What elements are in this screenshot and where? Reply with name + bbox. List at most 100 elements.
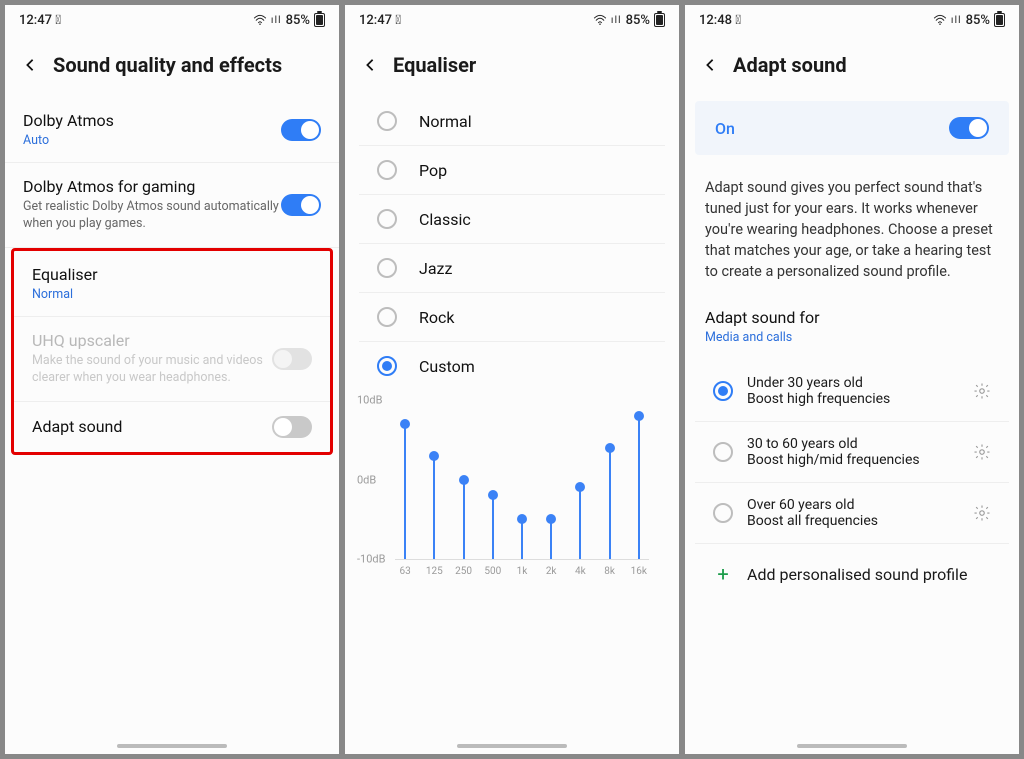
screen-sound-quality: 12:47 ⃞ ıll 85% Sound quality and effect… [4, 4, 340, 755]
highlight-box: Equaliser Normal UHQ upscaler Make the s… [11, 248, 333, 455]
eq-ytick: 10dB [357, 394, 382, 407]
eq-chart[interactable]: 10dB 0dB -10dB [395, 400, 649, 560]
back-icon[interactable] [23, 58, 37, 72]
radio-icon[interactable] [377, 356, 397, 376]
row-adapt-sound[interactable]: Adapt sound [14, 402, 330, 452]
plus-icon: + [713, 562, 733, 586]
adapt-toggle[interactable] [272, 416, 312, 438]
eq-option-label: Rock [419, 308, 454, 327]
age-option-row[interactable]: Under 30 years oldBoost high frequencies [695, 361, 1009, 422]
signal-icon: ıll [951, 15, 962, 26]
eq-xlabel: 1k [512, 566, 532, 577]
eq-xlabel: 2k [541, 566, 561, 577]
age-option-row[interactable]: 30 to 60 years oldBoost high/mid frequen… [695, 422, 1009, 483]
wifi-icon [253, 14, 267, 26]
back-icon[interactable] [703, 58, 717, 72]
eq-option-label: Pop [419, 161, 447, 180]
eq-option-label: Classic [419, 210, 471, 229]
eq-option-classic[interactable]: Classic [359, 195, 665, 244]
gear-icon[interactable] [973, 504, 991, 522]
status-time: 12:47 [19, 13, 52, 28]
adapt-for-label: Adapt sound for [705, 308, 999, 327]
battery-percent: 85% [286, 13, 310, 28]
eq-options-list: Normal Pop Classic Jazz Rock Custom [345, 97, 679, 390]
back-icon[interactable] [363, 58, 377, 72]
page-header: Adapt sound [685, 35, 1019, 97]
eq-sub: Normal [32, 287, 312, 302]
age-option-sub: Boost all frequencies [747, 513, 959, 529]
radio-icon[interactable] [377, 209, 397, 229]
screen-equaliser: 12:47 ⃞ ıll 85% Equaliser Normal Pop Class… [344, 4, 680, 755]
row-equaliser[interactable]: Equaliser Normal [14, 251, 330, 317]
eq-xlabels: 631252505001k2k4k8k16k [395, 566, 649, 577]
gear-icon[interactable] [973, 382, 991, 400]
row-dolby-gaming[interactable]: Dolby Atmos for gaming Get realistic Dol… [5, 163, 339, 248]
age-option-row[interactable]: Over 60 years oldBoost all frequencies [695, 483, 1009, 544]
page-title: Equaliser [393, 53, 476, 77]
age-options-list: Under 30 years oldBoost high frequencies… [685, 361, 1019, 544]
radio-icon[interactable] [377, 307, 397, 327]
dolby-gaming-sub: Get realistic Dolby Atmos sound automati… [23, 199, 281, 233]
radio-icon[interactable] [713, 503, 733, 523]
page-title: Sound quality and effects [53, 53, 282, 77]
status-bar: 12:47 ⃞ ıll 85% [5, 5, 339, 35]
add-profile-label: Add personalised sound profile [747, 565, 967, 584]
eq-band-8k[interactable] [599, 400, 619, 559]
eq-option-custom[interactable]: Custom [359, 342, 665, 390]
screen-adapt-sound: 12:48 ⃞ ıll 85% Adapt sound On Adapt sou… [684, 4, 1020, 755]
dolby-toggle[interactable] [281, 119, 321, 141]
radio-icon[interactable] [713, 381, 733, 401]
dolby-label: Dolby Atmos [23, 111, 281, 130]
page-title: Adapt sound [733, 53, 847, 77]
eq-option-normal[interactable]: Normal [359, 97, 665, 146]
eq-band-250[interactable] [453, 400, 473, 559]
status-time: 12:47 [359, 13, 392, 28]
eq-band-125[interactable] [424, 400, 444, 559]
eq-option-jazz[interactable]: Jazz [359, 244, 665, 293]
eq-xlabel: 63 [395, 566, 415, 577]
eq-band-63[interactable] [395, 400, 415, 559]
radio-icon[interactable] [377, 111, 397, 131]
adapt-description: Adapt sound gives you perfect sound that… [685, 163, 1019, 296]
battery-percent: 85% [626, 13, 650, 28]
battery-percent: 85% [966, 13, 990, 28]
battery-icon [654, 13, 665, 27]
age-option-sub: Boost high/mid frequencies [747, 452, 959, 468]
eq-option-label: Jazz [419, 259, 452, 278]
eq-xlabel: 250 [453, 566, 473, 577]
radio-icon[interactable] [713, 442, 733, 462]
eq-band-16k[interactable] [629, 400, 649, 559]
battery-icon [994, 13, 1005, 27]
eq-band-2k[interactable] [541, 400, 561, 559]
status-bar: 12:47 ⃞ ıll 85% [345, 5, 679, 35]
eq-band-500[interactable] [483, 400, 503, 559]
dolby-gaming-toggle[interactable] [281, 194, 321, 216]
adapt-on-row[interactable]: On [695, 101, 1009, 155]
eq-xlabel: 125 [424, 566, 444, 577]
eq-option-rock[interactable]: Rock [359, 293, 665, 342]
radio-icon[interactable] [377, 160, 397, 180]
row-dolby-atmos[interactable]: Dolby Atmos Auto [5, 97, 339, 163]
eq-ytick: 0dB [357, 473, 376, 486]
radio-icon[interactable] [377, 258, 397, 278]
eq-option-label: Custom [419, 357, 475, 376]
page-header: Sound quality and effects [5, 35, 339, 97]
row-adapt-for[interactable]: Adapt sound for Media and calls [685, 296, 1019, 361]
home-indicator[interactable] [797, 744, 907, 748]
row-add-profile[interactable]: + Add personalised sound profile [695, 544, 1009, 604]
adapt-for-sub: Media and calls [705, 330, 999, 345]
age-option-label: Under 30 years old [747, 375, 959, 391]
eq-band-4k[interactable] [570, 400, 590, 559]
home-indicator[interactable] [457, 744, 567, 748]
age-option-label: 30 to 60 years old [747, 436, 959, 452]
adapt-on-toggle[interactable] [949, 117, 989, 139]
eq-xlabel: 500 [483, 566, 503, 577]
eq-ytick: -10dB [357, 553, 385, 566]
eq-option-pop[interactable]: Pop [359, 146, 665, 195]
status-bar: 12:48 ⃞ ıll 85% [685, 5, 1019, 35]
signal-icon: ıll [271, 15, 282, 26]
home-indicator[interactable] [117, 744, 227, 748]
status-time: 12:48 [699, 13, 732, 28]
gear-icon[interactable] [973, 443, 991, 461]
eq-band-1k[interactable] [512, 400, 532, 559]
